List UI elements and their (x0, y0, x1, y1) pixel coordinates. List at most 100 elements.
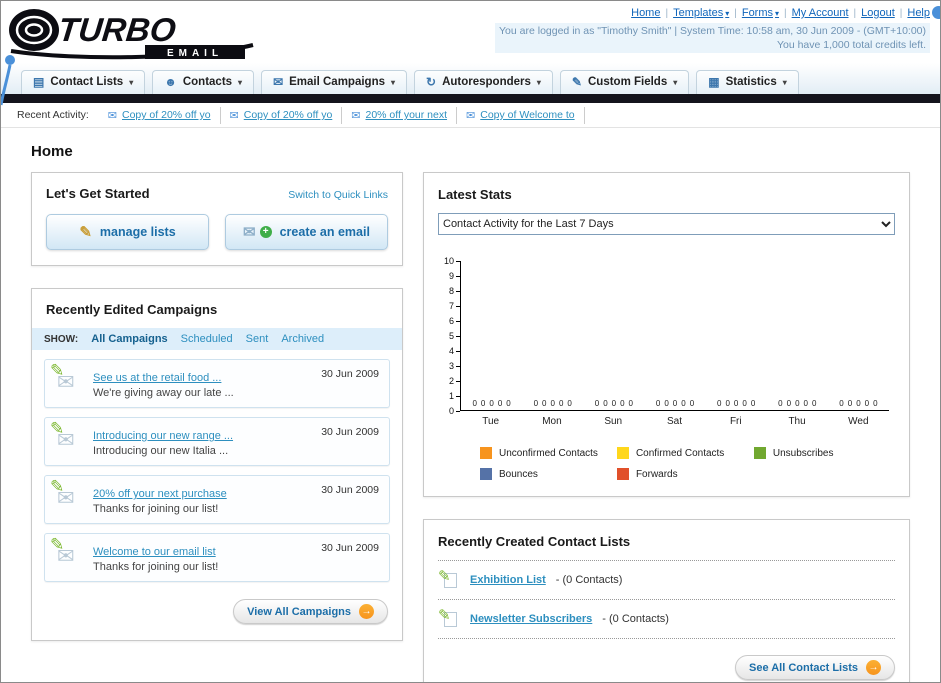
top-link-my-account[interactable]: My Account (792, 7, 849, 19)
see-all-contact-lists-button[interactable]: See All Contact Lists (734, 655, 895, 680)
value-label: 0 (550, 399, 555, 408)
top-link-help[interactable]: Help (907, 7, 930, 19)
y-axis-label: 10 (444, 257, 461, 266)
y-axis-label: 8 (444, 287, 461, 296)
page-title: Home (31, 143, 73, 160)
value-label: 0 (672, 399, 678, 408)
value-label: 0 (811, 399, 817, 408)
campaign-title-link[interactable]: Introducing our new range ... (93, 430, 233, 442)
x-axis-label: Fri (729, 416, 742, 427)
switch-to-quick-links-link[interactable]: Switch to Quick Links (288, 189, 388, 201)
top-link-templates[interactable]: Templates (673, 7, 729, 19)
legend-label: Confirmed Contacts (635, 447, 725, 459)
arrow-right-icon (866, 660, 881, 675)
stats-period-select[interactable]: Contact Activity for the Last 7 Days (438, 213, 895, 235)
header-meta: Home | Templates | Forms | My Account | Logout | H… (495, 5, 930, 63)
manage-lists-button[interactable]: manage lists (46, 214, 209, 250)
value-label: 0 (839, 399, 844, 408)
campaign-title-link[interactable]: See us at the retail food ... (93, 372, 221, 384)
campaign-edit-icon (55, 368, 81, 392)
tab-autoresponders[interactable]: ↻ Autoresponders (414, 70, 553, 94)
y-axis-label: 3 (444, 362, 461, 371)
campaign-title-link[interactable]: Welcome to our email list (93, 546, 216, 558)
chevron-down-icon (783, 78, 787, 87)
pencil-icon (50, 419, 64, 439)
campaign-date: 30 Jun 2009 (321, 426, 379, 438)
pencil-icon (79, 223, 92, 241)
campaign-subtitle: Thanks for joining our list! (93, 503, 219, 515)
contact-list-item: Exhibition List - (0 Contacts) (438, 561, 895, 600)
pencil-icon (438, 606, 451, 624)
contact-list-link[interactable]: Newsletter Subscribers (470, 613, 592, 625)
filter-archived[interactable]: Archived (281, 333, 324, 345)
value-label: 0 (611, 399, 617, 408)
activity-item[interactable]: Copy of 20% off yo (99, 106, 221, 124)
contact-list-detail: - (0 Contacts) (555, 574, 623, 586)
create-email-label: create an email (279, 225, 370, 239)
chevron-down-icon (238, 78, 242, 87)
campaign-title-link[interactable]: 20% off your next purchase (93, 488, 227, 500)
top-link-logout[interactable]: Logout (861, 7, 895, 19)
login-info: You are logged in as "Timothy Smith" | S… (495, 23, 930, 38)
chevron-down-icon (725, 9, 729, 18)
chart-bar-group: 00000 (828, 399, 889, 410)
filter-all-campaigns[interactable]: All Campaigns (91, 333, 167, 345)
get-started-title: Let's Get Started (46, 186, 150, 201)
campaign-subtitle: We're giving away our late ... (93, 387, 234, 399)
value-label: 0 (472, 399, 477, 408)
value-label: 0 (786, 399, 792, 408)
nav-divider-bar (1, 94, 940, 103)
top-link-forms[interactable]: Forms (742, 7, 779, 19)
value-label: 0 (864, 399, 870, 408)
chart-legend: Unconfirmed Contacts Confirmed Contacts Un… (438, 447, 895, 480)
latest-stats-panel: Latest Stats Contact Activity for the La… (423, 172, 910, 497)
tab-statistics[interactable]: ▦ Statistics (696, 70, 799, 94)
filter-sent[interactable]: Sent (246, 333, 269, 345)
campaign-row: 20% off your next purchase Thanks for joi… (44, 475, 390, 524)
see-all-contact-lists-label: See All Contact Lists (748, 661, 858, 674)
y-axis-label: 2 (444, 377, 461, 386)
campaign-texts: Welcome to our email list Thanks for join… (93, 542, 309, 573)
recently-edited-campaigns-panel: Recently Edited Campaigns SHOW: All Camp… (31, 288, 403, 641)
create-an-email-button[interactable]: create an email (225, 214, 388, 250)
view-all-campaigns-button[interactable]: View All Campaigns (233, 599, 388, 624)
y-axis-label: 1 (444, 392, 461, 401)
email-icon (108, 109, 117, 122)
value-label: 0 (628, 399, 633, 408)
value-label: 0 (594, 399, 600, 408)
chevron-down-icon (537, 78, 541, 87)
value-label: 0 (689, 399, 695, 408)
tab-label: Contact Lists (50, 76, 124, 88)
page: TURBO EMAIL Home | Templates | Forms | My Acco… (0, 0, 941, 683)
chart-bar-group: 00000 (522, 399, 583, 410)
tab-email-campaigns[interactable]: ✉ Email Campaigns (261, 70, 408, 94)
activity-link: Copy of 20% off yo (122, 109, 211, 121)
contact-lists-panel-title: Recently Created Contact Lists (438, 534, 631, 549)
value-label: 0 (733, 399, 739, 408)
tab-custom-fields[interactable]: ✎ Custom Fields (559, 70, 690, 94)
contact-list-link[interactable]: Exhibition List (470, 574, 546, 586)
get-started-panel: Let's Get Started Switch to Quick Links … (31, 172, 403, 266)
campaign-list: See us at the retail food ... We're givin… (32, 359, 402, 582)
email-icon (230, 109, 239, 122)
campaign-edit-icon (55, 484, 81, 508)
list-edit-icon (440, 610, 460, 628)
top-link-home[interactable]: Home (631, 7, 660, 19)
tab-contact-lists[interactable]: ▤ Contact Lists (21, 70, 146, 94)
chart-bar-group: 00000 (583, 399, 644, 410)
value-label: 0 (717, 399, 722, 408)
filter-scheduled[interactable]: Scheduled (181, 333, 233, 345)
tab-contacts[interactable]: ☻ Contacts (152, 70, 255, 94)
top-header: TURBO EMAIL Home | Templates | Forms | My Acco… (1, 1, 940, 63)
activity-item[interactable]: Copy of 20% off yo (221, 106, 343, 124)
activity-item[interactable]: 20% off your next (342, 106, 458, 124)
separator: | (899, 7, 903, 19)
value-label: 0 (567, 399, 572, 408)
chart-y-axis: 10 9 8 7 6 5 4 3 2 1 0 (444, 257, 461, 416)
separator: | (853, 7, 857, 19)
value-label: 0 (742, 399, 747, 408)
activity-item[interactable]: Copy of Welcome to (457, 106, 585, 124)
x-axis-label: Sun (604, 416, 623, 427)
campaign-date: 30 Jun 2009 (321, 368, 379, 380)
contact-list-detail: - (0 Contacts) (602, 613, 669, 625)
